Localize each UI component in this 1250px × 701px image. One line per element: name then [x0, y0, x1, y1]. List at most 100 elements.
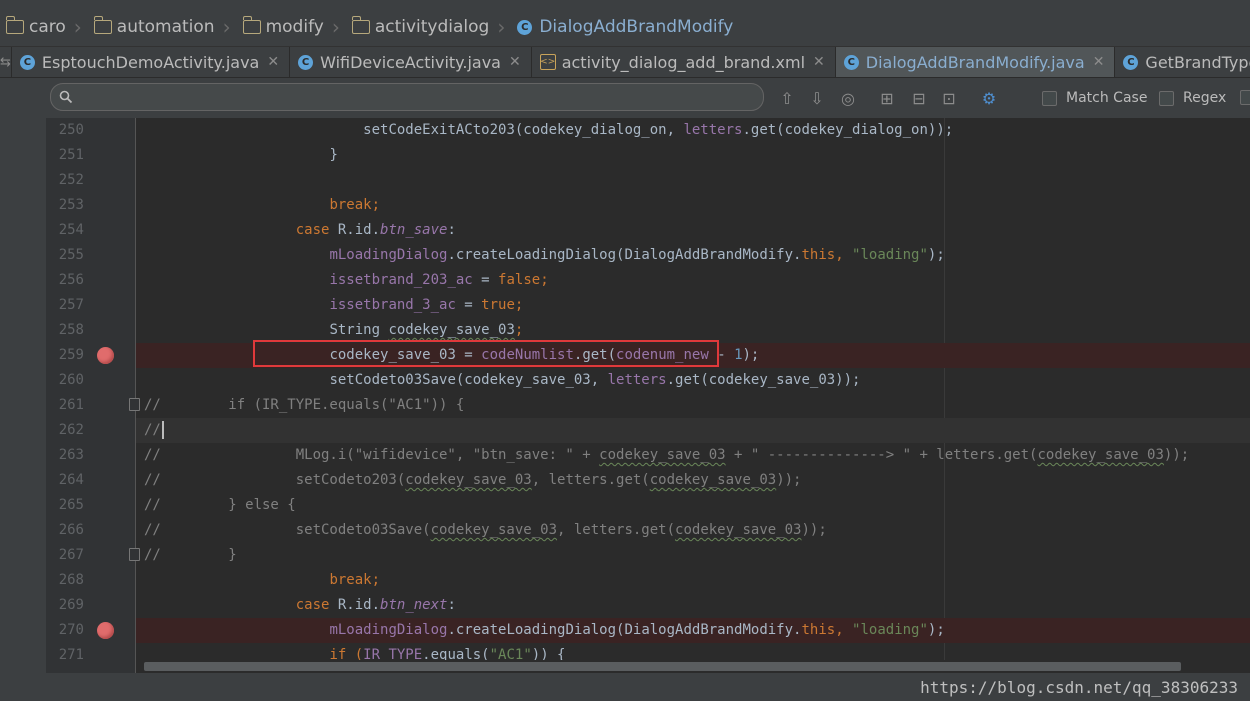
find-all-icon[interactable]: ◎ — [839, 89, 857, 108]
watermark: https://blog.csdn.net/qq_38306233 — [920, 678, 1238, 697]
breadcrumb-dialogaddbrandmodify[interactable]: C DialogAddBrandModify — [511, 17, 739, 37]
line-number: 256 — [58, 272, 84, 288]
breadcrumb-caro[interactable]: caro › — [0, 15, 88, 39]
select-all-occurrences-icon[interactable]: ⊡ — [940, 89, 958, 108]
code-text: break; — [329, 572, 381, 588]
code-line[interactable]: 268 break; — [46, 568, 1250, 593]
xml-icon: <> — [539, 54, 556, 70]
arrow-up-icon[interactable]: ⇧ — [778, 89, 796, 108]
match-case-checkbox[interactable]: Match Case — [1042, 90, 1147, 106]
code-line[interactable]: 264 // setCodeto203(codekey_save_03, let… — [46, 468, 1250, 493]
editor-tabs: ⇆ C EsptouchDemoActivity.java ✕ C WifiDevic… — [0, 47, 1250, 78]
tab-dialogaddbrandmodify[interactable]: C DialogAddBrandModify.java ✕ — [835, 47, 1116, 77]
tab-list-icon[interactable]: ⇆ — [0, 47, 12, 77]
code-text: issetbrand_203_ac = false; — [329, 272, 549, 288]
class-icon: C — [298, 54, 314, 70]
line-number: 271 — [58, 647, 84, 663]
code-line[interactable]: 267 // } — [46, 543, 1250, 568]
code-line[interactable]: 263 // MLog.i("wifidevice", "btn_save: "… — [46, 443, 1250, 468]
folder-icon — [351, 16, 370, 34]
text-cursor — [161, 421, 164, 439]
code-line[interactable]: 256 issetbrand_203_ac = false; — [46, 268, 1250, 293]
folder-icon — [93, 16, 112, 34]
code-line-breakpoint[interactable]: 270 mLoadingDialog.createLoadingDialog(D… — [46, 618, 1250, 643]
close-icon[interactable]: ✕ — [813, 54, 825, 70]
code-text: } — [329, 147, 338, 163]
gear-icon[interactable]: ⚙ — [980, 89, 998, 108]
highlight-annotation-box — [253, 340, 719, 367]
line-number: 255 — [58, 247, 84, 263]
chevron-right-icon: › — [73, 15, 82, 39]
fold-icon[interactable] — [129, 548, 140, 561]
line-number: 269 — [58, 597, 84, 613]
line-number: 268 — [58, 572, 84, 588]
fold-icon[interactable] — [129, 398, 140, 411]
remove-occurrence-icon[interactable]: ⊟ — [910, 89, 928, 108]
code-line[interactable]: 251 } — [46, 143, 1250, 168]
code-line[interactable]: 265 // } else { — [46, 493, 1250, 518]
tool-window-strip — [0, 118, 47, 673]
code-text: // if (IR_TYPE.equals("AC1")) { — [144, 397, 465, 413]
code-text: case R.id.btn_next: — [295, 597, 456, 613]
close-icon[interactable]: ✕ — [1093, 54, 1105, 70]
tab-activity-dialog-add-brand-xml[interactable]: <> activity_dialog_add_brand.xml ✕ — [532, 47, 836, 77]
line-number: 251 — [58, 147, 84, 163]
search-icon — [59, 90, 73, 104]
horizontal-scrollbar[interactable] — [136, 660, 1250, 673]
code-line[interactable]: 266 // setCodeto03Save(codekey_save_03, … — [46, 518, 1250, 543]
class-icon: C — [1123, 54, 1139, 70]
code-line[interactable]: 261 // if (IR_TYPE.equals("AC1")) { — [46, 393, 1250, 418]
code-line-current[interactable]: 262 // — [46, 418, 1250, 443]
code-text: // — [144, 418, 164, 443]
tab-getbrandtypeac[interactable]: CGetBrandTypeAc — [1115, 47, 1250, 77]
code-line[interactable]: 250 setCodeExitACto203(codekey_dialog_on… — [46, 118, 1250, 143]
close-icon[interactable]: ✕ — [509, 54, 521, 70]
line-number: 263 — [58, 447, 84, 463]
breadcrumb-activitydialog[interactable]: activitydialog › — [346, 15, 512, 39]
breadcrumb-modify[interactable]: modify › — [237, 15, 346, 39]
code-text: mLoadingDialog.createLoadingDialog(Dialo… — [329, 247, 945, 263]
add-occurrence-icon[interactable]: ⊞ — [878, 89, 896, 108]
code-text: break; — [329, 197, 381, 213]
code-line[interactable]: 257 issetbrand_3_ac = true; — [46, 293, 1250, 318]
line-number: 264 — [58, 472, 84, 488]
code-text: case R.id.btn_save: — [295, 222, 456, 238]
code-line[interactable]: 255 mLoadingDialog.createLoadingDialog(D… — [46, 243, 1250, 268]
regex-checkbox[interactable]: Regex — [1159, 90, 1226, 106]
code-text: setCodeto03Save(codekey_save_03, letters… — [329, 372, 861, 388]
tab-esptouchdemoactivity[interactable]: C EsptouchDemoActivity.java ✕ — [12, 47, 291, 77]
code-text: setCodeExitACto203(codekey_dialog_on, le… — [363, 122, 954, 138]
line-number: 266 — [58, 522, 84, 538]
chevron-right-icon: › — [497, 15, 506, 39]
line-number: 250 — [58, 122, 84, 138]
code-text: // setCodeto03Save(codekey_save_03, lett… — [144, 522, 827, 538]
code-line[interactable]: 254 case R.id.btn_save: — [46, 218, 1250, 243]
breakpoint-icon[interactable] — [97, 622, 114, 639]
class-icon: C — [19, 54, 35, 70]
words-checkbox[interactable] — [1240, 90, 1250, 105]
code-text: // } — [144, 547, 237, 563]
folder-icon — [242, 16, 261, 34]
checkbox-box[interactable] — [1240, 90, 1250, 105]
checkbox-box[interactable] — [1042, 90, 1057, 106]
search-input[interactable] — [81, 87, 745, 107]
breakpoint-icon[interactable] — [97, 347, 114, 364]
code-text: // } else { — [144, 497, 296, 513]
close-icon[interactable]: ✕ — [267, 54, 279, 70]
code-line[interactable]: 252 — [46, 168, 1250, 193]
line-number: 261 — [58, 397, 84, 413]
code-line[interactable]: 260 setCodeto03Save(codekey_save_03, let… — [46, 368, 1250, 393]
checkbox-box[interactable] — [1159, 90, 1174, 106]
search-box[interactable] — [50, 83, 764, 111]
scrollbar-thumb[interactable] — [144, 662, 1181, 671]
arrow-down-icon[interactable]: ⇩ — [808, 89, 826, 108]
code-line[interactable]: 253 break; — [46, 193, 1250, 218]
code-text: mLoadingDialog.createLoadingDialog(Dialo… — [329, 622, 945, 638]
line-number: 260 — [58, 372, 84, 388]
tab-wifideviceactivity[interactable]: C WifiDeviceActivity.java ✕ — [290, 47, 532, 77]
class-icon: C — [517, 19, 533, 35]
breadcrumb: caro › automation › modify › activitydialog… — [0, 8, 1250, 47]
breadcrumb-automation[interactable]: automation › — [88, 15, 237, 39]
code-line[interactable]: 269 case R.id.btn_next: — [46, 593, 1250, 618]
line-number: 259 — [58, 347, 84, 363]
